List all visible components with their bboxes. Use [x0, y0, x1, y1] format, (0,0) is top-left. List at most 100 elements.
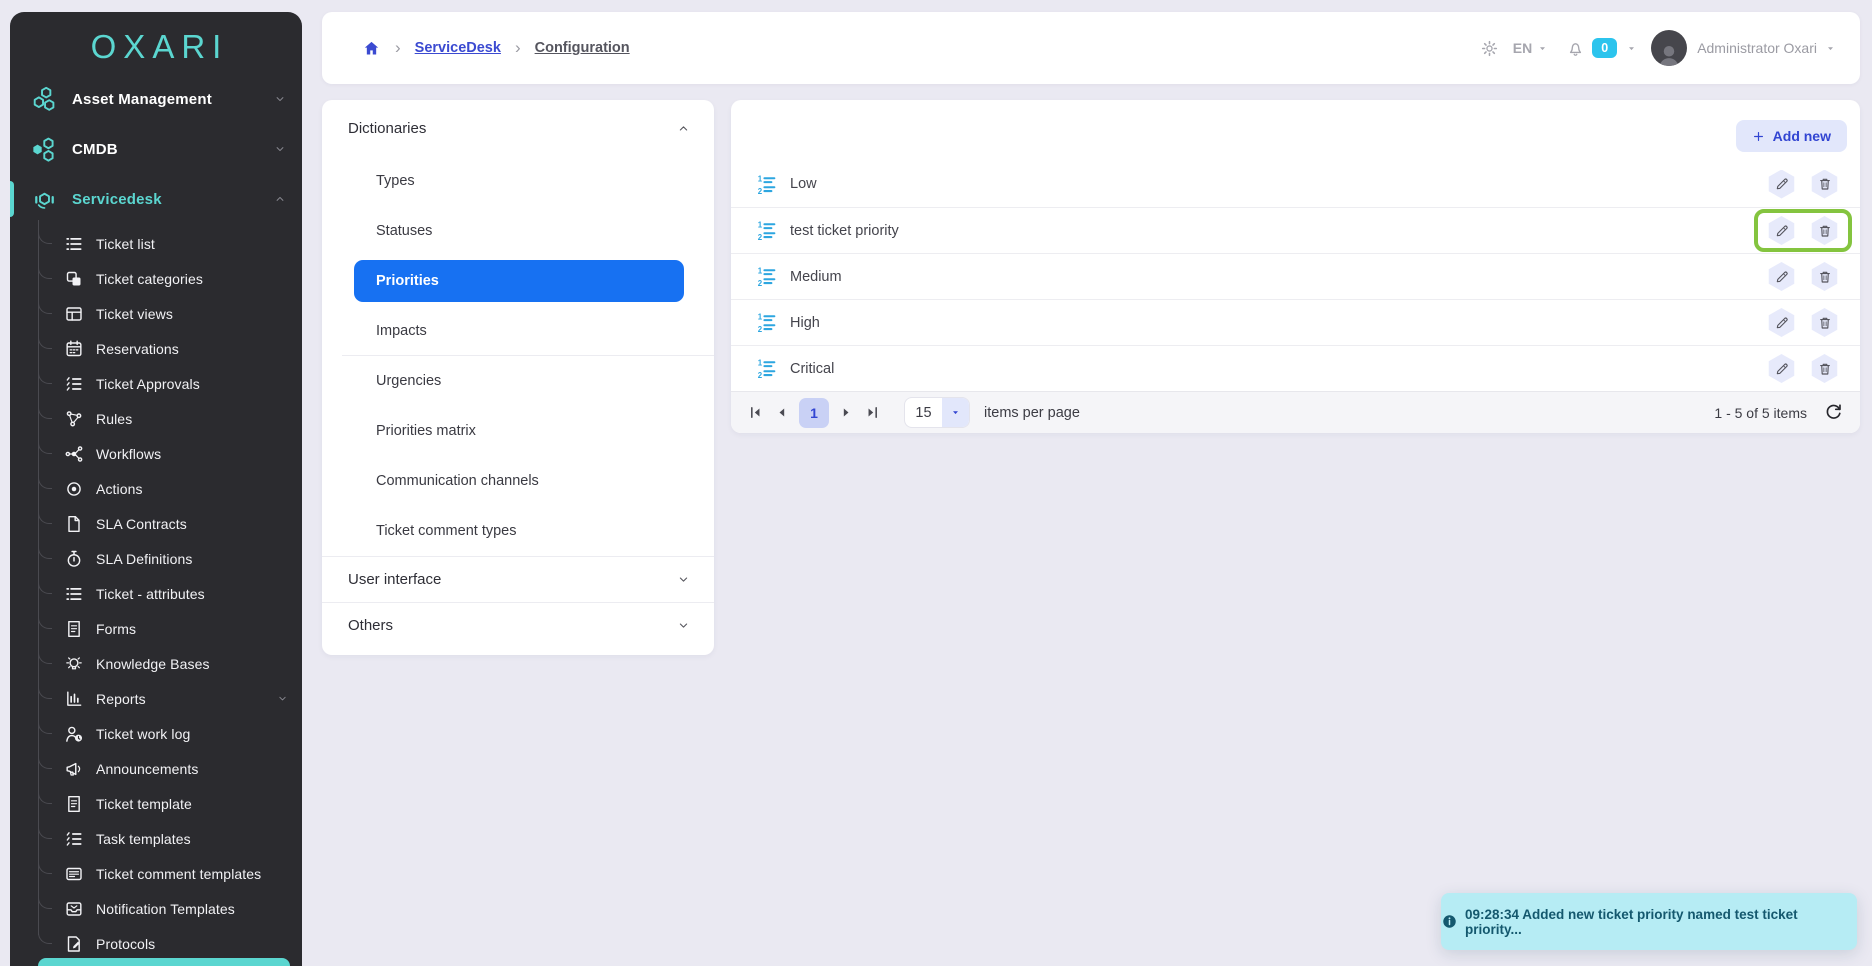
person-clock-icon [64, 724, 84, 744]
notifications-bell-icon[interactable] [1566, 39, 1585, 58]
sidebar-item-ticket-attributes[interactable]: Ticket - attributes [10, 576, 302, 611]
pencil-icon [1774, 361, 1790, 377]
settings-gear-icon[interactable] [1480, 39, 1499, 58]
row-actions [1754, 209, 1852, 252]
dictionary-item-ticket-comment-types[interactable]: Ticket comment types [322, 506, 714, 556]
sidebar-item-forms[interactable]: Forms [10, 611, 302, 646]
section-label: User interface [348, 571, 677, 588]
inbox-icon [64, 899, 84, 919]
pencil-icon [1774, 269, 1790, 285]
edit-button[interactable] [1767, 262, 1796, 291]
chevron-down-icon [277, 693, 288, 704]
breadcrumb-configuration[interactable]: Configuration [535, 40, 630, 56]
sidebar-item-sla-contracts[interactable]: SLA Contracts [10, 506, 302, 541]
sidebar-item-ticket-work-log[interactable]: Ticket work log [10, 716, 302, 751]
sidebar-item-ticket-comment-templates[interactable]: Ticket comment templates [10, 856, 302, 891]
row-actions [1754, 301, 1852, 344]
first-page-button[interactable] [747, 404, 764, 421]
edit-button[interactable] [1767, 308, 1796, 337]
dictionary-item-statuses[interactable]: Statuses [322, 206, 714, 256]
section-others[interactable]: Others [322, 602, 714, 648]
user-avatar[interactable] [1651, 30, 1687, 66]
dictionaries-list: Types Statuses Priorities Impacts Urgenc… [322, 156, 714, 556]
previous-page-button[interactable] [773, 404, 790, 421]
sidebar-item-reports[interactable]: Reports [10, 681, 302, 716]
dictionary-item-urgencies[interactable]: Urgencies [322, 356, 714, 406]
sidebar-item-servicedesk[interactable]: Servicedesk [10, 174, 302, 224]
svg-text:2: 2 [758, 186, 763, 194]
page-size-select[interactable]: 15 [904, 397, 970, 428]
edit-button[interactable] [1767, 354, 1796, 383]
sidebar-item-workflows[interactable]: Workflows [10, 436, 302, 471]
svg-text:2: 2 [758, 233, 763, 241]
home-icon[interactable] [362, 39, 381, 58]
delete-button[interactable] [1810, 308, 1839, 337]
toast-notification: 09:28:34 Added new ticket priority named… [1441, 893, 1857, 950]
dictionary-item-priorities-matrix[interactable]: Priorities matrix [322, 406, 714, 456]
breadcrumb-servicedesk[interactable]: ServiceDesk [415, 40, 501, 56]
sidebar-item-asset-management[interactable]: Asset Management [10, 74, 302, 124]
header-tools: EN 0 Administrator Oxari [1480, 30, 1860, 66]
ordered-list-icon: 12 [756, 266, 777, 287]
breadcrumb-separator: › [395, 38, 401, 58]
sidebar-item-ticket-approvals[interactable]: Ticket Approvals [10, 366, 302, 401]
sidebar-active-item-pill[interactable] [38, 958, 290, 966]
priority-row-low: 12 Low [731, 161, 1860, 207]
dictionary-item-priorities[interactable]: Priorities [354, 260, 684, 302]
dictionary-item-communication-channels[interactable]: Communication channels [322, 456, 714, 506]
pagination-bar: 1 15 items per page 1 - 5 of 5 items [731, 391, 1860, 433]
delete-button[interactable] [1810, 354, 1839, 383]
sidebar-item-protocols[interactable]: Protocols [10, 926, 302, 961]
stopwatch-icon [64, 549, 84, 569]
edit-button[interactable] [1767, 170, 1796, 199]
sidebar-item-reservations[interactable]: Reservations [10, 331, 302, 366]
items-range-label: 1 - 5 of 5 items [1714, 405, 1807, 421]
checklist-icon [64, 374, 84, 394]
list-icon [64, 234, 84, 254]
bulb-icon [64, 654, 84, 674]
sidebar-item-task-templates[interactable]: Task templates [10, 821, 302, 856]
page-number-button[interactable]: 1 [799, 398, 829, 428]
next-page-button[interactable] [838, 404, 855, 421]
sidebar-item-ticket-views[interactable]: Ticket views [10, 296, 302, 331]
refresh-icon[interactable] [1823, 402, 1844, 423]
servicedesk-submenu: Ticket list Ticket categories Ticket vie… [10, 226, 302, 961]
headset-icon [31, 186, 58, 213]
svg-text:2: 2 [758, 325, 763, 333]
sidebar-item-cmdb[interactable]: CMDB [10, 124, 302, 174]
notifications-caret-down-icon[interactable] [1626, 43, 1637, 54]
sidebar-item-rules[interactable]: Rules [10, 401, 302, 436]
checklist-icon [64, 829, 84, 849]
panel-toolbar: Add new [731, 100, 1860, 161]
ordered-list-icon: 12 [756, 312, 777, 333]
sidebar-item-knowledge-bases[interactable]: Knowledge Bases [10, 646, 302, 681]
language-label: EN [1513, 40, 1532, 56]
ordered-list-icon: 12 [756, 358, 777, 379]
sidebar-item-ticket-list[interactable]: Ticket list [10, 226, 302, 261]
dictionary-item-types[interactable]: Types [322, 156, 714, 206]
target-icon [64, 479, 84, 499]
language-selector[interactable]: EN [1513, 40, 1548, 56]
delete-button[interactable] [1810, 262, 1839, 291]
sidebar-item-actions[interactable]: Actions [10, 471, 302, 506]
delete-button[interactable] [1810, 170, 1839, 199]
delete-button[interactable] [1810, 216, 1839, 245]
items-per-page-label: items per page [984, 405, 1080, 421]
svg-text:2: 2 [758, 279, 763, 287]
dictionary-item-impacts[interactable]: Impacts [322, 306, 714, 356]
add-new-button[interactable]: Add new [1736, 120, 1847, 152]
last-page-button[interactable] [864, 404, 881, 421]
row-actions [1754, 347, 1852, 390]
sidebar-item-announcements[interactable]: Announcements [10, 751, 302, 786]
row-actions [1754, 255, 1852, 298]
user-menu[interactable]: Administrator Oxari [1697, 40, 1836, 56]
edit-button[interactable] [1767, 216, 1796, 245]
configuration-panel: Dictionaries Types Statuses Priorities I… [322, 100, 714, 655]
sidebar-item-ticket-template[interactable]: Ticket template [10, 786, 302, 821]
sidebar-item-notification-templates[interactable]: Notification Templates [10, 891, 302, 926]
sidebar-item-ticket-categories[interactable]: Ticket categories [10, 261, 302, 296]
section-user-interface[interactable]: User interface [322, 556, 714, 602]
section-dictionaries[interactable]: Dictionaries [322, 100, 714, 156]
header-bar: › ServiceDesk › Configuration EN 0 Admin… [322, 12, 1860, 84]
sidebar-item-sla-definitions[interactable]: SLA Definitions [10, 541, 302, 576]
